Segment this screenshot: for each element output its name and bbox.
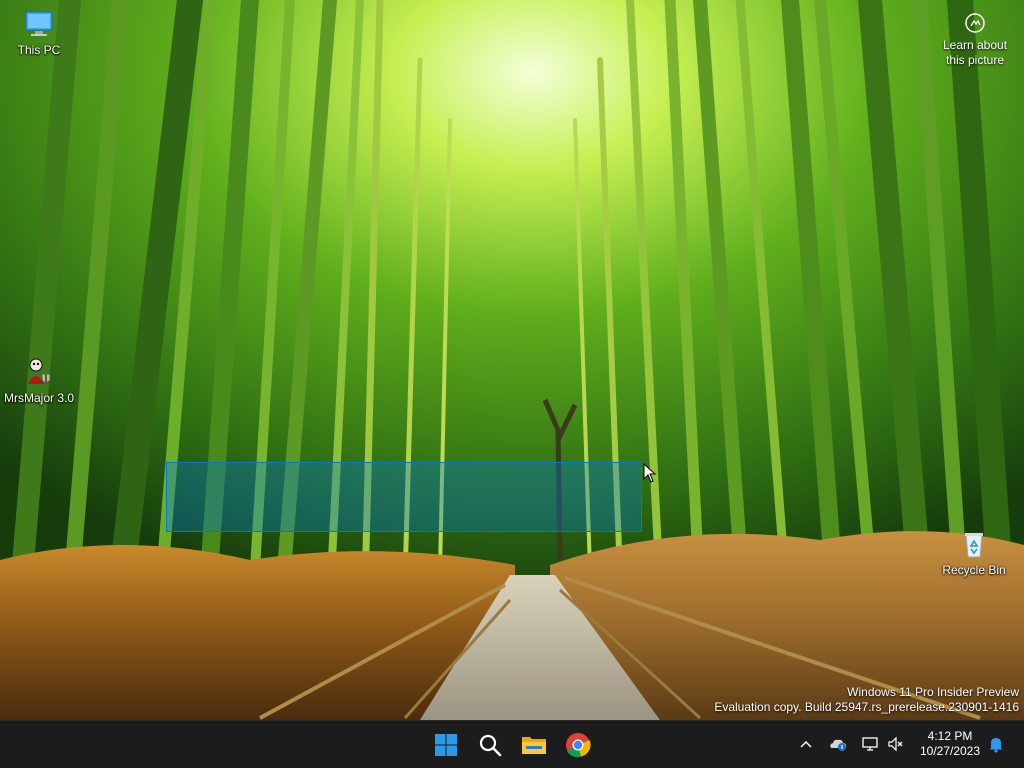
- volume-muted-icon[interactable]: [886, 734, 906, 754]
- taskbar-clock[interactable]: 4:12 PM 10/27/2023: [912, 729, 988, 759]
- start-button[interactable]: [427, 726, 465, 764]
- search-icon: [479, 734, 502, 757]
- clock-date: 10/27/2023: [919, 744, 981, 758]
- chrome-button[interactable]: [559, 726, 597, 764]
- taskbar: 4:12 PM 10/27/2023: [0, 720, 1024, 768]
- desktop-icon-recycle-bin[interactable]: Recycle Bin: [936, 530, 1012, 577]
- desktop-icon-label: This PC: [17, 43, 61, 57]
- recycle-bin-icon: [936, 530, 1012, 561]
- search-button[interactable]: [471, 726, 509, 764]
- this-pc-icon: [1, 10, 77, 41]
- selection-rectangle: [166, 462, 642, 532]
- desktop-icon-this-pc[interactable]: This PC: [1, 10, 77, 57]
- chrome-icon: [566, 733, 591, 758]
- camera-info-icon: [964, 12, 986, 34]
- network-icon[interactable]: [860, 734, 880, 754]
- desktop-icon-label: Recycle Bin: [942, 563, 1006, 577]
- desktop-icon-label: MrsMajor 3.0: [3, 391, 74, 405]
- folder-icon: [522, 737, 546, 754]
- windows-logo-icon: [435, 734, 457, 756]
- mouse-cursor-icon: [643, 463, 657, 483]
- desktop-wallpaper: [0, 0, 1024, 720]
- learn-about-line2: this picture: [945, 53, 1005, 67]
- file-explorer-button[interactable]: [515, 726, 553, 764]
- clock-time: 4:12 PM: [927, 729, 973, 743]
- onedrive-icon[interactable]: [828, 734, 848, 754]
- learn-about-line1: Learn about: [942, 38, 1008, 52]
- watermark-line1: Windows 11 Pro Insider Preview: [847, 685, 1019, 699]
- notification-bell-icon[interactable]: [986, 734, 1006, 754]
- chevron-up-icon[interactable]: [796, 734, 816, 754]
- desktop-icon-mrsmajor[interactable]: MrsMajor 3.0: [1, 356, 77, 405]
- evaluation-watermark: Windows 11 Pro Insider Preview Evaluatio…: [714, 685, 1019, 715]
- learn-about-this-picture[interactable]: Learn about this picture: [936, 10, 1014, 68]
- watermark-line2: Evaluation copy. Build 25947.rs_prerelea…: [714, 700, 1019, 714]
- mrsmajor-icon: [1, 356, 77, 389]
